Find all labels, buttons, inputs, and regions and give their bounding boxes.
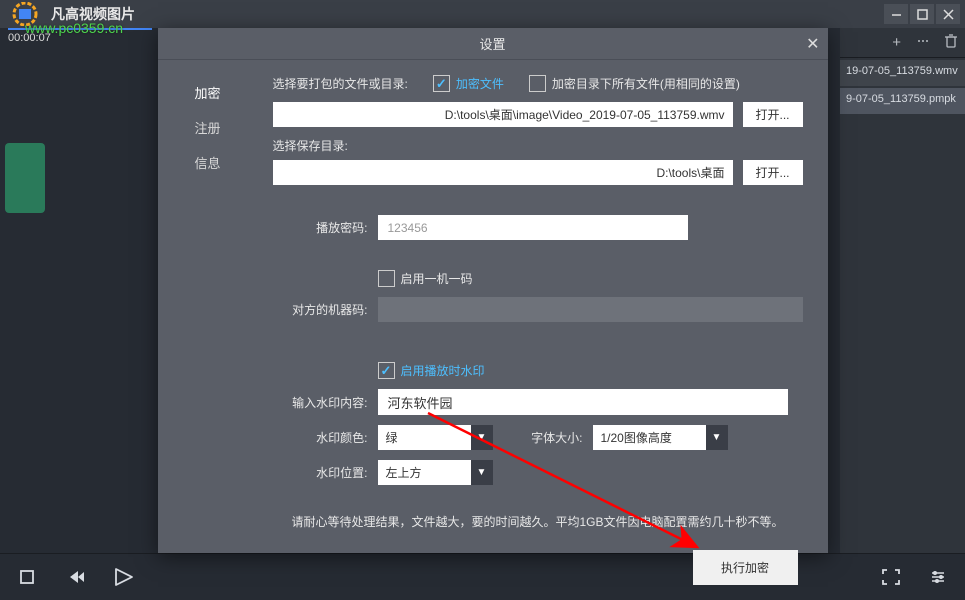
dest-label: 选择保存目录: xyxy=(273,137,803,154)
watermark-content-input[interactable] xyxy=(378,389,788,415)
encrypt-file-checkbox[interactable] xyxy=(433,75,450,92)
close-button[interactable] xyxy=(936,4,960,24)
processing-note: 请耐心等待处理结果，文件越大，要的时间越久。平均1GB文件因电脑配置需约几十秒不… xyxy=(273,513,803,530)
tab-info[interactable]: 信息 xyxy=(158,145,258,180)
dialog-title: 设置 xyxy=(158,34,828,53)
tab-encrypt[interactable]: 加密 xyxy=(158,75,258,110)
chevron-down-icon: ▼ xyxy=(706,425,728,450)
stop-icon[interactable] xyxy=(18,567,36,587)
execute-encrypt-button[interactable]: 执行加密 xyxy=(693,550,798,585)
watermark-color-dropdown[interactable]: 绿 ▼ xyxy=(378,425,493,450)
fullscreen-icon[interactable] xyxy=(881,568,901,586)
tab-register[interactable]: 注册 xyxy=(158,110,258,145)
dialog-close-icon[interactable]: ✕ xyxy=(806,34,819,54)
chevron-down-icon: ▼ xyxy=(471,425,493,450)
play-icon[interactable] xyxy=(112,567,134,587)
encrypt-dir-checkbox[interactable] xyxy=(529,75,546,92)
font-size-label: 字体大小: xyxy=(503,429,583,446)
watermark-text: www.pc0359.cn xyxy=(25,20,123,36)
source-label: 选择要打包的文件或目录: xyxy=(273,75,408,92)
watermark-position-label: 水印位置: xyxy=(273,464,368,481)
chevron-down-icon: ▼ xyxy=(471,460,493,485)
dest-path-input[interactable] xyxy=(273,160,733,185)
watermark-content-label: 输入水印内容: xyxy=(273,394,368,411)
open-source-button[interactable]: 打开... xyxy=(743,102,803,127)
settings-dialog: 设置 ✕ 加密 注册 信息 选择要打包的文件或目录: 加 xyxy=(158,28,828,553)
font-size-dropdown[interactable]: 1/20图像高度 ▼ xyxy=(593,425,728,450)
source-path-input[interactable] xyxy=(273,102,733,127)
encrypt-file-label: 加密文件 xyxy=(456,75,504,92)
minimize-button[interactable] xyxy=(884,4,908,24)
titlebar: 凡高视频图片 xyxy=(0,0,965,28)
machine-code-input xyxy=(378,297,803,322)
encrypt-dir-label: 加密目录下所有文件(用相同的设置) xyxy=(552,75,740,92)
watermark-color-label: 水印颜色: xyxy=(273,429,368,446)
watermark-position-dropdown[interactable]: 左上方 ▼ xyxy=(378,460,493,485)
password-input[interactable] xyxy=(378,215,688,240)
machine-code-label: 对方的机器码: xyxy=(273,301,368,318)
machine-enable-label: 启用一机一码 xyxy=(401,270,473,287)
watermark-enable-checkbox[interactable] xyxy=(378,362,395,379)
password-label: 播放密码: xyxy=(273,219,368,236)
open-dest-button[interactable]: 打开... xyxy=(743,160,803,185)
settings-icon[interactable] xyxy=(929,568,947,586)
watermark-enable-label: 启用播放时水印 xyxy=(401,362,485,379)
previous-icon[interactable] xyxy=(64,567,84,587)
maximize-button[interactable] xyxy=(910,4,934,24)
video-panel: 00:00:07 xyxy=(0,28,160,553)
machine-enable-checkbox[interactable] xyxy=(378,270,395,287)
